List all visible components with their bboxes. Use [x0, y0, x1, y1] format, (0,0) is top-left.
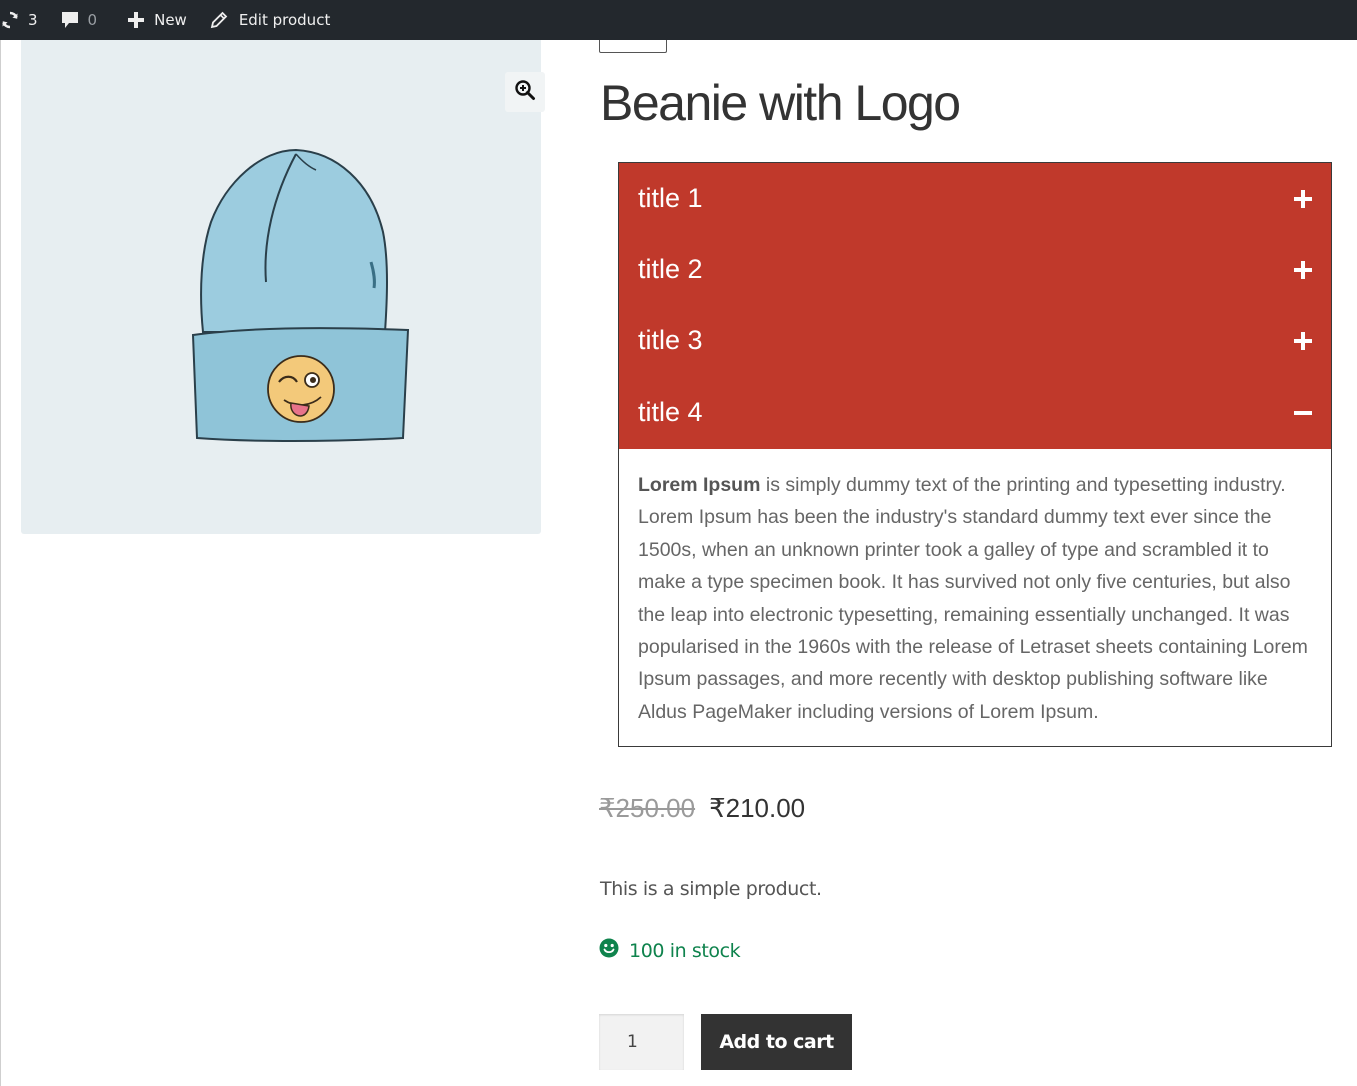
product-price: ₹250.00 ₹210.00 — [599, 793, 805, 824]
accordion-title: title 4 — [638, 397, 703, 427]
accordion-header-3[interactable]: title 3 — [619, 305, 1331, 376]
collapse-minus-icon[interactable] — [1293, 403, 1313, 423]
accordion-panel-4: Lorem Ipsum is simply dummy text of the … — [619, 449, 1331, 728]
sale-price: ₹210.00 — [709, 793, 806, 823]
updates-menu[interactable]: 3 — [0, 0, 60, 40]
accordion-body-text: is simply dummy text of the printing and… — [638, 474, 1308, 723]
edit-product-link[interactable]: Edit product — [209, 0, 331, 40]
regular-price: ₹250.00 — [599, 793, 696, 823]
admin-bar: 3 0 New Edit product — [0, 0, 1357, 40]
updates-count: 3 — [28, 11, 38, 29]
product-title: Beanie with Logo — [600, 75, 961, 131]
accordion-header-4[interactable]: title 4 — [619, 376, 1331, 449]
accordion-title: title 2 — [638, 254, 703, 284]
accordion-title: title 1 — [638, 183, 703, 213]
accordion-title: title 3 — [638, 325, 703, 355]
product-gallery[interactable] — [21, 40, 545, 534]
expand-plus-icon[interactable] — [1293, 189, 1313, 209]
new-content-menu[interactable]: New — [127, 0, 209, 40]
new-label: New — [154, 11, 187, 29]
smiley-icon — [599, 938, 619, 963]
comments-menu[interactable]: 0 — [60, 0, 128, 40]
product-image[interactable] — [171, 142, 416, 452]
edit-product-label: Edit product — [238, 11, 331, 29]
page-edge — [0, 40, 1, 1086]
product-accordion: title 1 title 2 title 3 title 4 Lorem Ip… — [618, 162, 1332, 747]
expand-plus-icon[interactable] — [1293, 331, 1313, 351]
accordion-body-lead: Lorem Ipsum — [638, 474, 761, 496]
quantity-input[interactable] — [599, 1014, 684, 1070]
accordion-header-2[interactable]: title 2 — [619, 234, 1331, 305]
stock-status: 100 in stock — [599, 938, 741, 963]
expand-plus-icon[interactable] — [1293, 260, 1313, 280]
zoom-icon — [514, 79, 536, 106]
plus-icon — [127, 11, 145, 29]
zoom-trigger[interactable] — [505, 72, 545, 112]
accordion-header-1[interactable]: title 1 — [619, 163, 1331, 234]
short-description: This is a simple product. — [600, 878, 822, 900]
stock-label: 100 in stock — [629, 939, 741, 962]
variant-stub — [599, 40, 667, 53]
add-to-cart-button[interactable]: Add to cart — [701, 1014, 852, 1070]
comment-icon — [60, 10, 80, 30]
refresh-icon — [0, 10, 20, 30]
pencil-icon — [209, 10, 229, 30]
comments-count: 0 — [87, 11, 98, 29]
